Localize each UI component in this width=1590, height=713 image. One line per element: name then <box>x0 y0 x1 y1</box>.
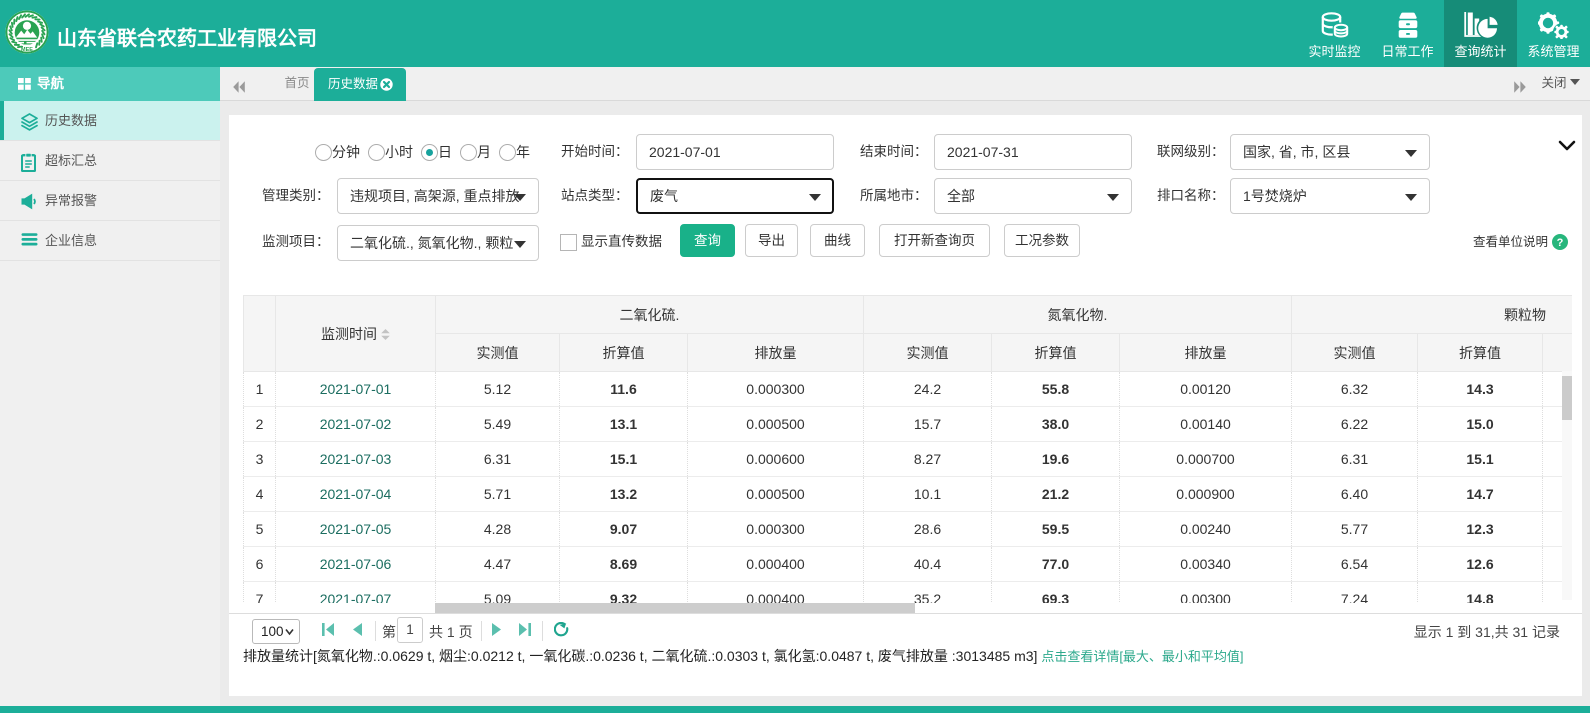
svg-text:?: ? <box>1557 237 1564 249</box>
svg-text:MEE: MEE <box>21 47 33 53</box>
